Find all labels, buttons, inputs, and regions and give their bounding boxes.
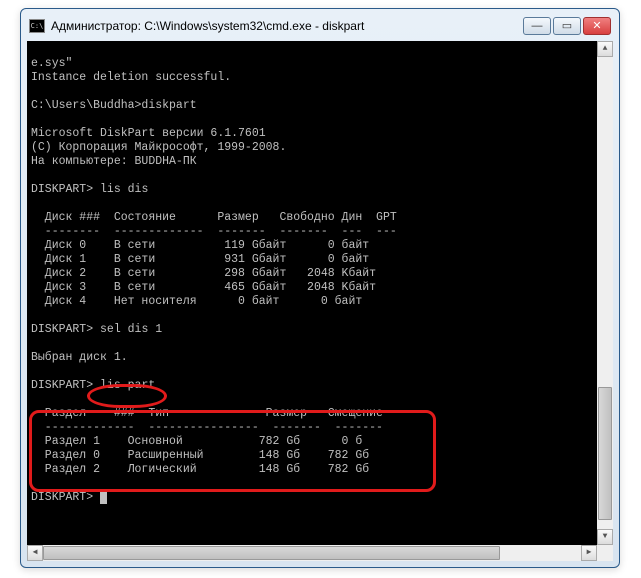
minimize-button[interactable]: — bbox=[523, 17, 551, 35]
command-text: lis part bbox=[100, 379, 155, 392]
scroll-up-button[interactable]: ▲ bbox=[597, 41, 613, 57]
command-text: lis dis bbox=[100, 183, 148, 196]
output-line: e.sys" bbox=[31, 57, 72, 70]
cmd-window: C:\ Администратор: C:\Windows\system32\c… bbox=[20, 8, 620, 568]
table-header: Раздел ### Тип Размер Смещение bbox=[31, 407, 383, 420]
horizontal-scrollbar[interactable]: ◀ ▶ bbox=[27, 545, 597, 561]
prompt-line: C:\Users\Buddha>diskpart bbox=[31, 99, 197, 112]
table-divider: -------- ------------- ------- ------- -… bbox=[31, 225, 397, 238]
console-area[interactable]: e.sys" Instance deletion successful. C:\… bbox=[27, 41, 613, 561]
scroll-track-horizontal[interactable] bbox=[43, 545, 581, 561]
table-row: Диск 3 В сети 465 Gбайт 2048 Kбайт bbox=[31, 281, 376, 294]
table-row: Диск 0 В сети 119 Gбайт 0 байт bbox=[31, 239, 369, 252]
command-text: sel dis 1 bbox=[100, 323, 162, 336]
vertical-scrollbar[interactable]: ▲ ▼ bbox=[597, 41, 613, 545]
scroll-down-button[interactable]: ▼ bbox=[597, 529, 613, 545]
table-row: Диск 4 Нет носителя 0 байт 0 байт bbox=[31, 295, 362, 308]
close-button[interactable]: ✕ bbox=[583, 17, 611, 35]
output-line: (C) Корпорация Майкрософт, 1999-2008. bbox=[31, 141, 286, 154]
table-row: Диск 1 В сети 931 Gбайт 0 байт bbox=[31, 253, 369, 266]
output-line: На компьютере: BUDDHA-ПК bbox=[31, 155, 197, 168]
maximize-button[interactable]: ▭ bbox=[553, 17, 581, 35]
scrollbar-corner bbox=[597, 545, 613, 561]
table-row: Диск 2 В сети 298 Gбайт 2048 Kбайт bbox=[31, 267, 376, 280]
window-title: Администратор: C:\Windows\system32\cmd.e… bbox=[51, 19, 523, 33]
diskpart-prompt: DISKPART> bbox=[31, 379, 93, 392]
text-cursor bbox=[100, 492, 107, 504]
output-line: Instance deletion successful. bbox=[31, 71, 231, 84]
table-header: Диск ### Состояние Размер Свободно Дин G… bbox=[31, 211, 397, 224]
scroll-track-vertical[interactable] bbox=[597, 57, 613, 529]
scroll-left-button[interactable]: ◀ bbox=[27, 545, 43, 561]
diskpart-prompt: DISKPART> bbox=[31, 323, 93, 336]
window-controls: — ▭ ✕ bbox=[523, 17, 611, 35]
diskpart-prompt: DISKPART> bbox=[31, 491, 93, 504]
table-divider: ------------- ---------------- ------- -… bbox=[31, 421, 383, 434]
titlebar[interactable]: C:\ Администратор: C:\Windows\system32\c… bbox=[27, 15, 613, 37]
table-row: Раздел 0 Расширенный 148 Gб 782 Gб bbox=[31, 449, 369, 462]
table-row: Раздел 2 Логический 148 Gб 782 Gб bbox=[31, 463, 369, 476]
table-row: Раздел 1 Основной 782 Gб 0 б bbox=[31, 435, 362, 448]
scroll-right-button[interactable]: ▶ bbox=[581, 545, 597, 561]
output-line: Выбран диск 1. bbox=[31, 351, 128, 364]
diskpart-prompt: DISKPART> bbox=[31, 183, 93, 196]
scroll-thumb-horizontal[interactable] bbox=[43, 546, 500, 560]
scroll-thumb-vertical[interactable] bbox=[598, 387, 612, 519]
output-line: Microsoft DiskPart версии 6.1.7601 bbox=[31, 127, 266, 140]
cmd-icon: C:\ bbox=[29, 19, 45, 33]
